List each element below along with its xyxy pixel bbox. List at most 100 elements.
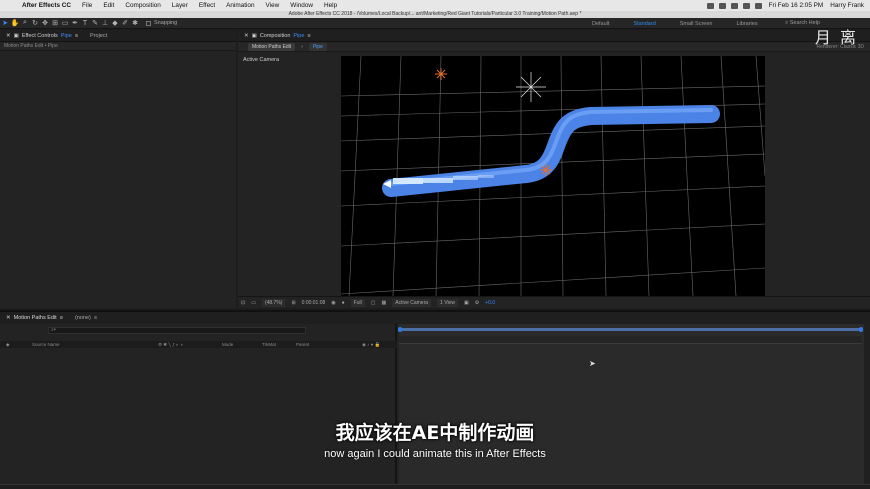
layer-bars-area[interactable]	[399, 345, 862, 489]
fast-preview-icon[interactable]: ⚙	[475, 300, 479, 306]
panel-menu-icon[interactable]: ≡	[94, 315, 97, 321]
hand-tool-icon[interactable]: ✋	[10, 19, 20, 28]
menu-effect[interactable]: Effect	[199, 2, 215, 9]
lock-icon[interactable]: ▣	[14, 33, 19, 39]
breadcrumb-motion-paths-edit[interactable]: Motion Paths Edit	[248, 42, 296, 51]
panel-menu-icon[interactable]: ≡	[60, 315, 63, 321]
workspace-switcher: Default Standard Small Screen Libraries	[592, 18, 782, 29]
menu-help[interactable]: Help	[324, 2, 337, 9]
battery-icon[interactable]	[754, 2, 762, 9]
label-column-icon[interactable]: ◆	[6, 342, 9, 348]
grid-icon[interactable]: ⊞	[291, 300, 295, 306]
snapping-label: Snapping	[154, 20, 178, 26]
work-area-bar[interactable]	[398, 327, 863, 332]
column-source-name[interactable]: Source Name	[32, 342, 60, 347]
timeline-scrollbar[interactable]	[864, 324, 870, 489]
type-tool-icon[interactable]: T	[80, 19, 90, 28]
tab-motion-paths-edit-label: Motion Paths Edit	[13, 315, 57, 321]
clone-tool-icon[interactable]: ⊥	[100, 19, 110, 28]
av-switches-icon[interactable]: ◉ ♪ ● 🔒	[362, 342, 380, 348]
tray-icon[interactable]	[706, 2, 714, 9]
tab-effect-controls-label: Effect Controls	[21, 32, 58, 39]
view-layout-dropdown[interactable]: 1 View	[437, 298, 458, 307]
tab-none[interactable]: (none) ≡	[69, 312, 103, 324]
selection-tool-icon[interactable]: ➤	[0, 19, 10, 28]
menu-view[interactable]: View	[266, 2, 280, 9]
pen-tool-icon[interactable]: ✒	[70, 19, 80, 28]
menu-animation[interactable]: Animation	[226, 2, 254, 9]
panel-menu-icon[interactable]: ≡	[75, 33, 78, 39]
always-preview-icon[interactable]: ⊡	[241, 300, 245, 306]
breadcrumb-pipe[interactable]: Pipe	[308, 42, 327, 51]
menubar-clock[interactable]: Fri Feb 16 2:05 PM	[769, 2, 824, 9]
timeline-panel: ✕ Motion Paths Edit ≡ (none) ≡ ⌕▾ ◆ Sour…	[0, 310, 870, 489]
tab-motion-paths-edit[interactable]: ✕ Motion Paths Edit ≡	[0, 312, 69, 324]
switches-column-icon[interactable]: ⚙ ✱ ╲ ƒ ◐ ◑	[158, 342, 183, 348]
composition-breadcrumb: Motion Paths Edit › Pipe	[238, 42, 870, 52]
snapshot-icon[interactable]: ◉	[331, 300, 335, 306]
rotate-tool-icon[interactable]: ↻	[30, 19, 40, 28]
column-parent[interactable]: Parent	[296, 342, 309, 347]
column-mode[interactable]: Mode	[222, 342, 233, 347]
color-channel-icon[interactable]: ●	[342, 300, 345, 306]
transparency-grid-icon[interactable]: ▦	[382, 300, 387, 306]
window-title: Adobe After Effects CC 2018 - /Volumes/L…	[0, 11, 870, 18]
menu-edit[interactable]: Edit	[103, 2, 114, 9]
workspace-default[interactable]: Default	[592, 21, 609, 27]
zoom-tool-icon[interactable]: ⌕	[20, 19, 30, 28]
layer-outline: ⌕▾ ◆ Source Name ⚙ ✱ ╲ ƒ ◐ ◑ Mode TrkMat…	[0, 324, 397, 489]
menu-composition[interactable]: Composition	[125, 2, 161, 9]
puppet-tool-icon[interactable]: ✱	[130, 19, 140, 28]
toggle-pixel-icon[interactable]: ▣	[464, 300, 469, 306]
monitor-icon[interactable]: ▭	[251, 300, 256, 306]
lock-icon[interactable]: ▣	[252, 33, 257, 39]
rectangle-tool-icon[interactable]: ▭	[60, 19, 70, 28]
workspace-small-screen[interactable]: Small Screen	[680, 21, 713, 27]
wifi-icon[interactable]	[742, 2, 750, 9]
menubar-user[interactable]: Harry Frank	[830, 2, 864, 9]
menu-layer[interactable]: Layer	[172, 2, 188, 9]
time-ruler[interactable]	[399, 336, 862, 344]
breadcrumb-separator-icon: ›	[301, 43, 303, 50]
menu-file[interactable]: File	[82, 2, 92, 9]
pan-behind-tool-icon[interactable]: ⊞	[50, 19, 60, 28]
renderer-info[interactable]: Renderer: Classic 3D	[816, 44, 864, 50]
timeline-zoom-bar[interactable]	[0, 484, 870, 489]
zoom-dropdown[interactable]: (48.7%)	[261, 298, 286, 307]
snapping-toggle[interactable]: Snapping	[146, 20, 177, 26]
comp-viewport[interactable]	[341, 56, 765, 296]
tab-project[interactable]: Project	[84, 30, 113, 42]
close-icon[interactable]: ✕	[244, 33, 249, 39]
resolution-dropdown[interactable]: Full	[350, 298, 365, 307]
effect-controls-subheader: Motion Paths Edit • Pipe	[0, 42, 236, 51]
timeline-search-input[interactable]: ⌕▾	[48, 327, 306, 334]
effect-controls-tabs: ✕ ▣ Effect Controls Pipe ≡ Project	[0, 30, 236, 42]
emitter-null-icon[interactable]	[435, 68, 447, 80]
mouse-cursor-icon: ➤	[589, 359, 596, 368]
eraser-tool-icon[interactable]: ◆	[110, 19, 120, 28]
panel-menu-icon[interactable]: ≡	[307, 33, 310, 39]
tab-effect-controls[interactable]: ✕ ▣ Effect Controls Pipe ≡	[0, 30, 84, 42]
tab-composition[interactable]: ✕ ▣ Composition Pipe ≡	[238, 30, 317, 42]
close-icon[interactable]: ✕	[6, 33, 11, 39]
column-trkmat[interactable]: TrkMat	[262, 342, 276, 347]
camera-dropdown[interactable]: Active Camera	[392, 298, 432, 307]
exposure-value[interactable]: +0.0	[485, 300, 495, 306]
tray-icon[interactable]	[730, 2, 738, 9]
region-of-interest-icon[interactable]: ▢	[371, 300, 376, 306]
active-camera-label: Active Camera	[243, 57, 280, 63]
close-icon[interactable]: ✕	[6, 315, 11, 321]
workspace-libraries[interactable]: Libraries	[736, 21, 757, 27]
snapping-checkbox[interactable]	[146, 20, 151, 26]
timecode[interactable]: 0:00:01:08	[302, 300, 326, 306]
roto-brush-icon[interactable]: ✐	[120, 19, 130, 28]
light-icon[interactable]	[516, 72, 546, 102]
viewport-scene	[341, 56, 765, 296]
tray-icon[interactable]	[718, 2, 726, 9]
subtitle-chinese: 我应该在AE中制作动画	[335, 422, 535, 444]
workspace-standard[interactable]: Standard	[633, 21, 655, 27]
menu-window[interactable]: Window	[290, 2, 313, 9]
brush-tool-icon[interactable]: ✎	[90, 19, 100, 28]
camera-tool-icon[interactable]: ✥	[40, 19, 50, 28]
menu-app[interactable]: After Effects CC	[22, 2, 71, 9]
